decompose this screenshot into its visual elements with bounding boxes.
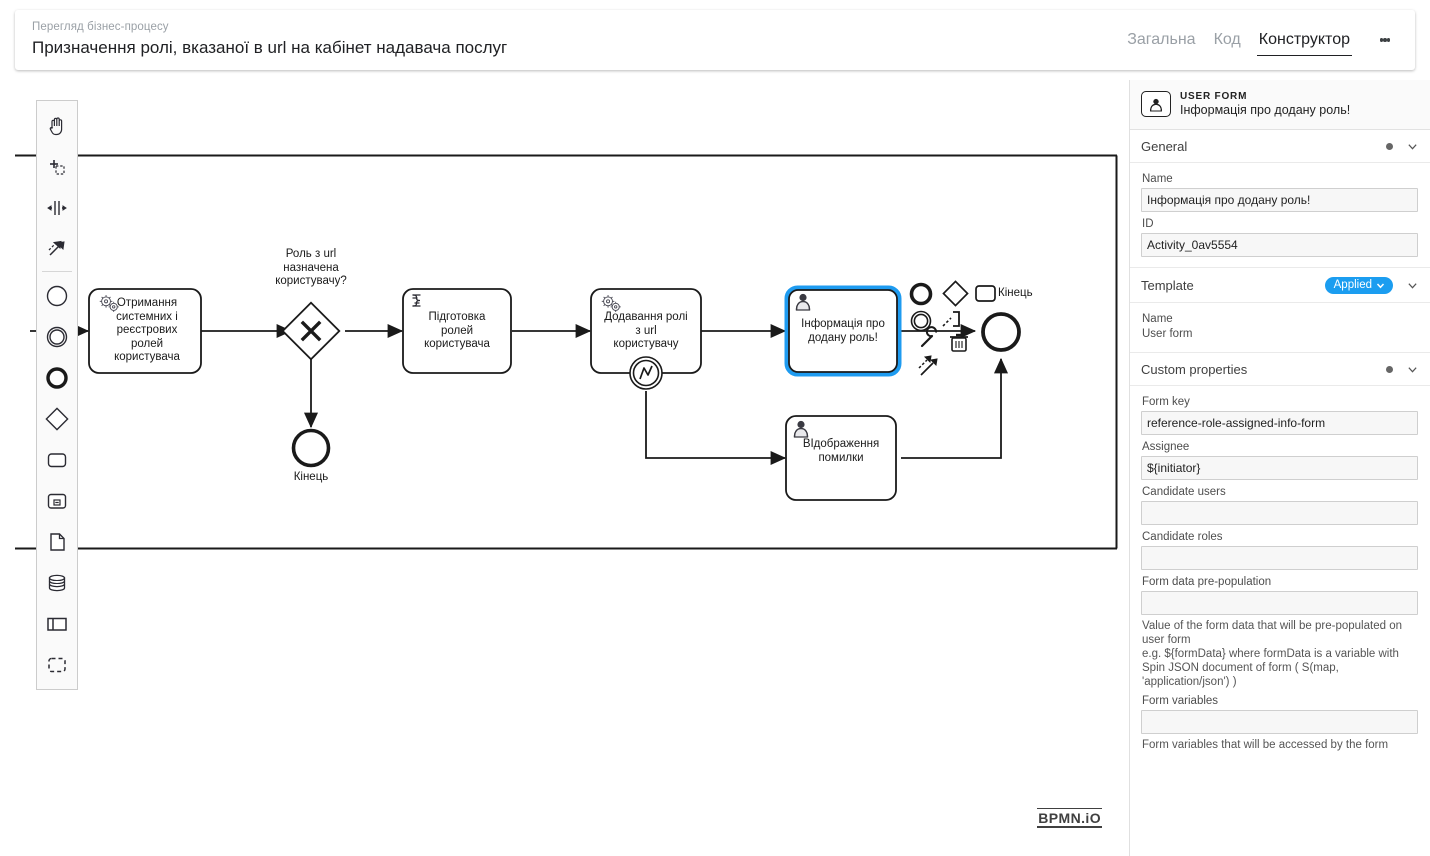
- group-header-general[interactable]: General: [1130, 130, 1430, 163]
- properties-panel: USER FORM Інформація про додану роль! Ge…: [1129, 80, 1430, 856]
- append-gateway-icon: [942, 280, 969, 307]
- header-tabs: Загальна Код Конструктор: [1118, 10, 1415, 70]
- group-controls-custom: [1386, 364, 1418, 375]
- label-candidate-roles: Candidate roles: [1142, 531, 1223, 543]
- user-task-icon: [1141, 91, 1171, 117]
- kebab-menu-icon[interactable]: [1367, 22, 1403, 58]
- participant-icon[interactable]: [37, 603, 77, 644]
- append-task-icon: [975, 285, 996, 302]
- tab-konstruktor[interactable]: Конструктор: [1250, 10, 1359, 70]
- template-name-value: User form: [1142, 328, 1193, 340]
- label-form-variables: Form variables: [1142, 695, 1219, 707]
- global-connect-tool-icon[interactable]: [37, 228, 77, 269]
- group-header-template[interactable]: Template Applied: [1130, 267, 1430, 303]
- assignee-input[interactable]: [1141, 456, 1418, 480]
- bpmnio-watermark[interactable]: BPMN.iO: [1037, 808, 1102, 828]
- group-icon[interactable]: [37, 644, 77, 685]
- chevron-down-icon[interactable]: [1407, 280, 1418, 291]
- breadcrumb: Перегляд бізнес-процесу: [32, 21, 169, 33]
- node-task-info-form: [784, 285, 902, 377]
- label-assignee: Assignee: [1142, 441, 1190, 453]
- group-controls-general: [1386, 141, 1418, 152]
- lasso-tool-icon[interactable]: [37, 146, 77, 187]
- group-title-template: Template: [1141, 278, 1194, 293]
- data-store-icon[interactable]: [37, 562, 77, 603]
- group-title-custom-properties: Custom properties: [1141, 362, 1248, 377]
- node-gateway-role: [281, 301, 341, 361]
- label-template-name: Name: [1142, 313, 1173, 325]
- error-boundary-event: [629, 356, 663, 390]
- name-input[interactable]: [1141, 188, 1418, 212]
- append-end-event-icon: [909, 282, 933, 306]
- label-id: ID: [1142, 218, 1154, 230]
- header-titles: Перегляд бізнес-процесу Призначення ролі…: [15, 20, 507, 60]
- node-end-event-2: [981, 312, 1021, 352]
- section-custom-properties: Form key Assignee Candidate users Candid…: [1130, 386, 1430, 764]
- label-form-key: Form key: [1142, 396, 1190, 408]
- element-name: Інформація про додану роль!: [1180, 103, 1351, 117]
- page-title: Призначення ролі, вказаної в url на кабі…: [32, 38, 508, 57]
- template-badge-label: Applied: [1333, 279, 1372, 291]
- group-status-dot: [1386, 366, 1393, 373]
- palette-divider: [42, 271, 72, 272]
- subprocess-icon[interactable]: [37, 480, 77, 521]
- group-title-general: General: [1141, 139, 1188, 154]
- candidate-users-input[interactable]: [1141, 501, 1418, 525]
- properties-header-text: USER FORM Інформація про додану роль!: [1180, 90, 1350, 118]
- bpmn-diagram: [15, 154, 1118, 550]
- form-variables-input[interactable]: [1141, 710, 1418, 734]
- candidate-roles-input[interactable]: [1141, 546, 1418, 570]
- label-candidate-users: Candidate users: [1142, 486, 1226, 498]
- form-data-pre-population-input[interactable]: [1141, 591, 1418, 615]
- end-event-icon[interactable]: [37, 357, 77, 398]
- bpmn-canvas[interactable]: Отримання системних і реєстрових ролей к…: [15, 80, 1128, 846]
- top-header-bar: Перегляд бізнес-процесу Призначення ролі…: [15, 10, 1415, 70]
- start-event-icon[interactable]: [37, 275, 77, 316]
- label-name: Name: [1142, 173, 1173, 185]
- task-icon[interactable]: [37, 439, 77, 480]
- chevron-down-icon: [1376, 282, 1385, 288]
- section-general: Name ID: [1130, 163, 1430, 267]
- data-object-icon[interactable]: [37, 521, 77, 562]
- group-header-custom-properties[interactable]: Custom properties: [1130, 353, 1430, 386]
- element-kind: USER FORM: [1180, 91, 1248, 102]
- group-controls-template: Applied: [1324, 277, 1418, 294]
- chevron-down-icon[interactable]: [1407, 364, 1418, 375]
- node-task-prepare-roles: [402, 288, 512, 374]
- connect-icon: [918, 355, 938, 376]
- gateway-icon[interactable]: [37, 398, 77, 439]
- section-template: Name User form: [1130, 303, 1430, 352]
- template-applied-badge[interactable]: Applied: [1324, 277, 1393, 294]
- tab-zagalna[interactable]: Загальна: [1118, 10, 1204, 70]
- help-form-variables: Form variables that will be accessed by …: [1142, 739, 1389, 751]
- tab-kod[interactable]: Код: [1205, 10, 1250, 70]
- label-form-data-pre-population: Form data pre-population: [1142, 576, 1272, 588]
- node-end-event-1: [291, 428, 331, 468]
- form-key-input[interactable]: [1141, 411, 1418, 435]
- group-status-dot: [1386, 143, 1393, 150]
- intermediate-event-icon[interactable]: [37, 316, 77, 357]
- chevron-down-icon[interactable]: [1407, 141, 1418, 152]
- properties-header: USER FORM Інформація про додану роль!: [1130, 80, 1430, 130]
- node-task-add-role: [590, 288, 702, 390]
- bpmn-palette: [36, 100, 78, 690]
- bpmn-designer-page: Перегляд бізнес-процесу Призначення ролі…: [0, 0, 1430, 856]
- node-task-get-roles: [88, 288, 202, 374]
- space-tool-icon[interactable]: [37, 187, 77, 228]
- delete-trash-icon: [950, 333, 968, 352]
- node-task-show-error: [785, 415, 897, 501]
- id-input[interactable]: [1141, 233, 1418, 257]
- help-form-data-pre-population: Value of the form data that will be pre-…: [1142, 620, 1402, 688]
- append-text-annotation-icon: [942, 311, 960, 327]
- hand-tool-icon[interactable]: [37, 105, 77, 146]
